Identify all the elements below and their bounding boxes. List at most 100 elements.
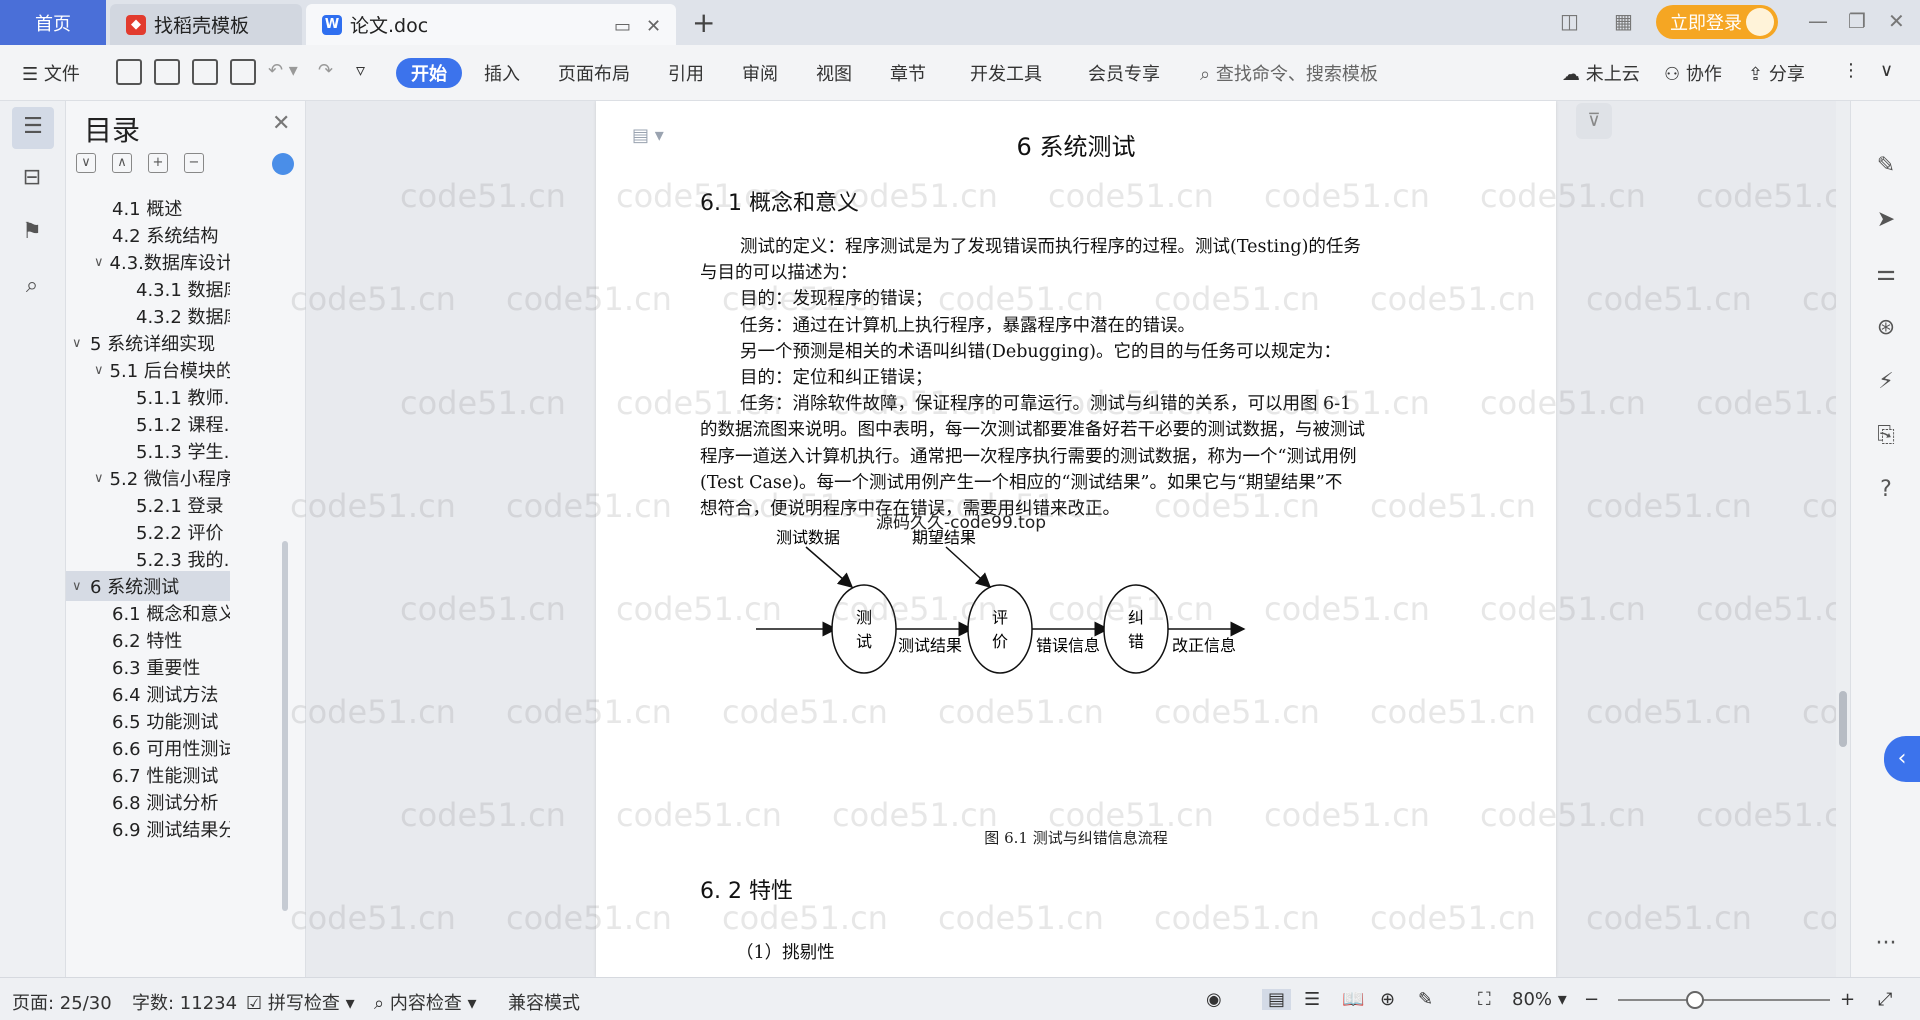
minimize-icon[interactable]: — <box>1808 9 1828 33</box>
spell-check[interactable]: ☑ 拼写检查 ▾ <box>246 989 355 1015</box>
pen-icon[interactable]: ✎ <box>1873 153 1899 179</box>
outline-item[interactable]: 5.2.3 我的… <box>66 544 230 574</box>
tab-chapter[interactable]: 章节 <box>890 60 926 86</box>
zoom-out-icon[interactable]: − <box>1584 989 1599 1010</box>
bookmark-icon[interactable]: ⚑ <box>18 219 46 247</box>
tab-close-icon[interactable]: ✕ <box>646 16 661 37</box>
add-heading-icon[interactable]: + <box>148 153 168 173</box>
document-scrollbar[interactable] <box>1836 101 1850 977</box>
outline-item[interactable]: ∨ 5.1 后台模块的… <box>66 355 230 385</box>
smart-tools-icon[interactable]: ⊛ <box>1873 315 1899 341</box>
document-scroll-thumb[interactable] <box>1839 691 1847 747</box>
document-page[interactable]: ▤ ▾ 6 系统测试 6. 1 概念和意义 测试的定义：程序测试是为了发现错误而… <box>596 101 1556 977</box>
tab-page-layout[interactable]: 页面布局 <box>558 60 630 86</box>
outline-item[interactable]: 5.2.1 登录 <box>66 490 230 520</box>
chevron-down-icon[interactable]: ∨ <box>72 579 84 594</box>
find-icon[interactable]: ⌕ <box>18 273 46 301</box>
tab-member[interactable]: 会员专享 <box>1088 60 1160 86</box>
outline-icon[interactable]: ☰ <box>12 107 54 149</box>
command-search[interactable]: ⌕ 查找命令、搜索模板 <box>1200 60 1378 86</box>
collab-button[interactable]: ⚇ 协作 <box>1664 60 1722 86</box>
undo-icon[interactable]: ↶ ▾ <box>268 60 298 81</box>
word-count[interactable]: 字数: 11234 <box>132 989 237 1015</box>
outline-item[interactable]: ∨ 5 系统详细实现 <box>66 328 230 358</box>
export-icon[interactable] <box>154 59 180 85</box>
restore-icon[interactable]: ❐ <box>1848 9 1866 33</box>
outline-item[interactable]: 5.1.1 教师… <box>66 382 230 412</box>
outline-item[interactable]: 6.1 概念和意义 <box>66 598 230 628</box>
outline-close-icon[interactable]: ✕ <box>272 111 290 136</box>
quick-access-dropdown-icon[interactable]: ▿ <box>356 60 365 81</box>
section-nav-icon[interactable]: ⊟ <box>18 165 46 193</box>
outline-item[interactable]: ∨ 5.2 微信小程序… <box>66 463 230 493</box>
tab-document[interactable]: W 论文.doc ▭ ✕ <box>306 4 676 45</box>
outline-item[interactable]: 6.9 测试结果分… <box>66 814 230 844</box>
content-check[interactable]: ⌕ 内容检查 ▾ <box>374 989 477 1015</box>
read-mode-icon[interactable]: 📖 <box>1342 989 1364 1010</box>
outline-item[interactable]: 4.1 概述 <box>66 193 230 223</box>
outline-item[interactable]: 5.1.3 学生… <box>66 436 230 466</box>
menu-file[interactable]: ☰ 文件 <box>22 60 80 86</box>
new-tab-button[interactable]: + <box>692 6 715 39</box>
chevron-down-icon[interactable]: ∨ <box>94 363 104 378</box>
ai-icon[interactable]: ⚡ <box>1873 369 1899 395</box>
chevron-down-icon[interactable]: ∨ <box>72 336 84 351</box>
expand-all-icon[interactable]: ∨ <box>76 153 96 173</box>
more-icon[interactable]: ⋮ <box>1842 60 1860 81</box>
outline-item[interactable]: 4.3.1 数据库… <box>66 274 230 304</box>
outline-scrollbar[interactable] <box>282 541 288 911</box>
help-icon[interactable]: ? <box>1873 477 1899 503</box>
zoom-slider-track[interactable] <box>1618 999 1830 1001</box>
sidebar-collapse-icon[interactable]: ‹ <box>1884 736 1920 782</box>
chevron-down-icon[interactable]: ∨ <box>94 471 104 486</box>
web-view-icon[interactable]: ⊕ <box>1380 989 1395 1010</box>
outline-item[interactable]: 6.3 重要性 <box>66 652 230 682</box>
tab-template[interactable]: ◆ 找稻壳模板 <box>110 4 302 45</box>
page-view-icon[interactable]: ▤ <box>1262 989 1292 1010</box>
zoom-in-icon[interactable]: + <box>1840 989 1855 1010</box>
write-mode-icon[interactable]: ✎ <box>1418 989 1433 1010</box>
fullscreen-icon[interactable]: ⤢ <box>1878 989 1892 1010</box>
outline-item[interactable]: 6.8 测试分析 <box>66 787 230 817</box>
collapse-ribbon-icon[interactable]: ∨ <box>1880 60 1893 81</box>
tab-view[interactable]: 视图 <box>816 60 852 86</box>
outline-item[interactable]: 6.2 特性 <box>66 625 230 655</box>
chevron-down-icon[interactable]: ∨ <box>94 255 104 270</box>
more-options-icon[interactable]: ··· <box>1873 931 1899 957</box>
cursor-icon[interactable]: ➤ <box>1873 207 1899 233</box>
page-view-toggle-icon[interactable]: ⊽ <box>1576 103 1612 139</box>
outline-item[interactable]: 6.5 功能测试 <box>66 706 230 736</box>
eye-protect-icon[interactable]: ◉ <box>1206 989 1222 1010</box>
zoom-slider-knob[interactable] <box>1686 991 1704 1009</box>
page-count[interactable]: 页面: 25/30 <box>12 989 112 1015</box>
share-button[interactable]: ⇪ 分享 <box>1748 60 1805 86</box>
outline-item[interactable]: 5.1.2 课程… <box>66 409 230 439</box>
login-button[interactable]: 立即登录 <box>1656 5 1778 39</box>
apps-grid-icon[interactable]: ▦ <box>1614 9 1633 33</box>
outline-item[interactable]: 6.4 测试方法 <box>66 679 230 709</box>
redo-icon[interactable]: ↷ <box>318 60 333 81</box>
outline-item[interactable]: ∨ 6 系统测试 <box>66 571 230 601</box>
outline-item[interactable]: 4.2 系统结构 <box>66 220 230 250</box>
close-window-icon[interactable]: ✕ <box>1888 9 1905 33</box>
adjust-icon[interactable]: ⚌ <box>1873 261 1899 287</box>
zoom-level[interactable]: 80% ▾ <box>1512 989 1567 1010</box>
tab-start[interactable]: 开始 <box>396 58 462 88</box>
tab-devtools[interactable]: 开发工具 <box>970 60 1042 86</box>
layout-switch-icon[interactable]: ◫ <box>1560 9 1579 33</box>
outline-item[interactable]: ∨ 4.3.数据库设计 <box>66 247 230 277</box>
tab-home[interactable]: 首页 <box>0 0 106 45</box>
fit-page-icon[interactable]: ⛶ <box>1478 989 1491 1010</box>
book-search-icon[interactable]: ⎘ <box>1873 423 1899 449</box>
outline-item[interactable]: 4.3.2 数据库… <box>66 301 230 331</box>
tab-review[interactable]: 审阅 <box>742 60 778 86</box>
save-icon[interactable] <box>116 59 142 85</box>
cloud-status[interactable]: ☁ 未上云 <box>1562 60 1640 86</box>
outline-item[interactable]: 5.2.2 评价 <box>66 517 230 547</box>
collapse-all-icon[interactable]: ∧ <box>112 153 132 173</box>
remove-heading-icon[interactable]: − <box>184 153 204 173</box>
tab-reference[interactable]: 引用 <box>668 60 704 86</box>
print-preview-icon[interactable] <box>230 59 256 85</box>
tab-display-icon[interactable]: ▭ <box>614 16 631 37</box>
print-icon[interactable] <box>192 59 218 85</box>
